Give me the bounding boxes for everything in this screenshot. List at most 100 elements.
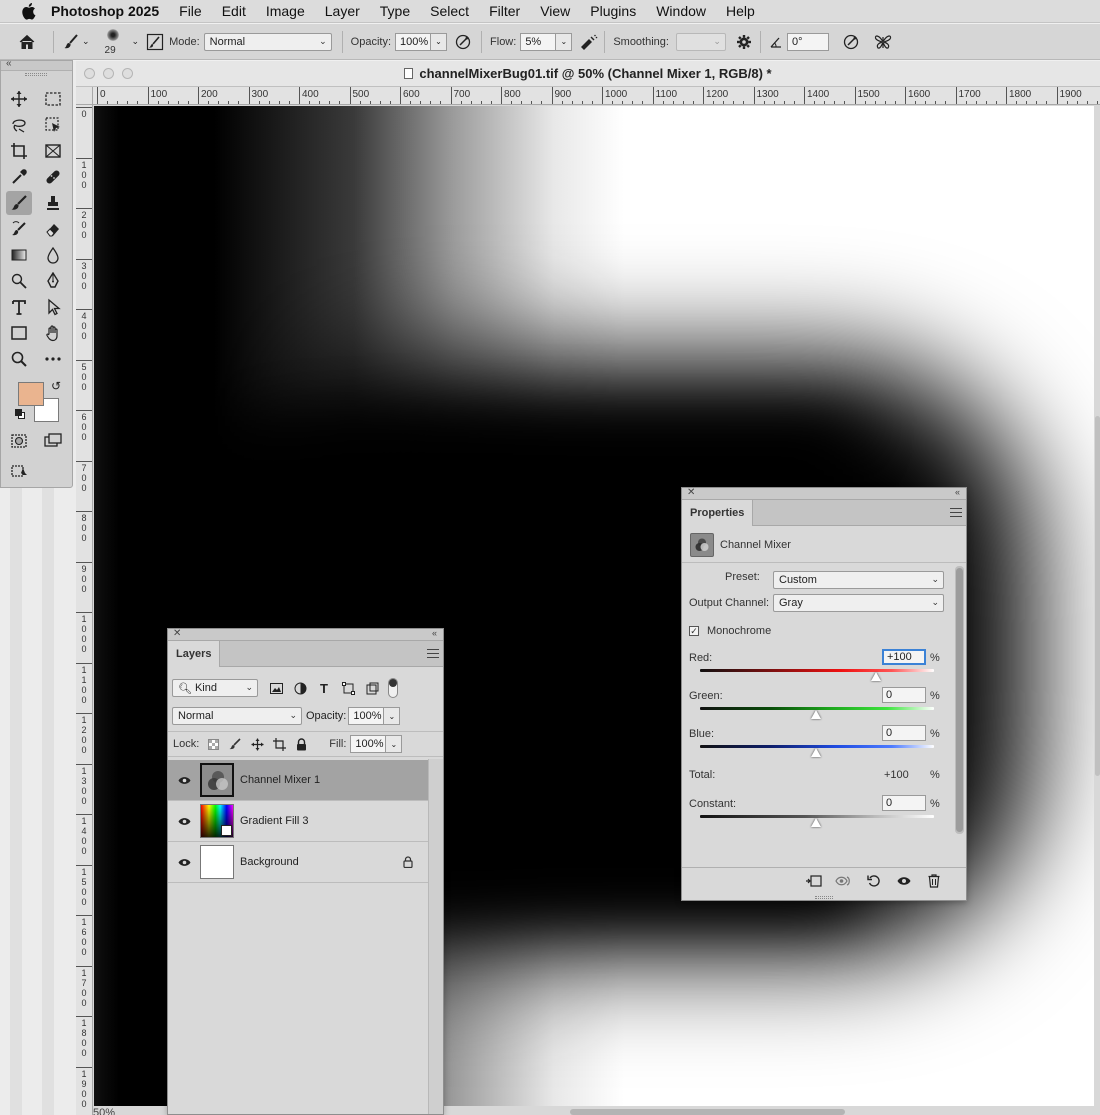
hand-tool-icon[interactable]	[40, 321, 66, 345]
layer-row-gradient-fill[interactable]: Gradient Fill 3	[168, 801, 429, 842]
filter-toggle-switch[interactable]	[388, 678, 398, 698]
horizontal-ruler[interactable]: 0 100 200 300 400 500 600 700 800 900 1000 1100 1200…	[93, 87, 1100, 105]
more-tools-icon[interactable]	[40, 347, 66, 371]
collapse-panel-icon[interactable]: «	[432, 628, 437, 638]
layer-row-background[interactable]: Background	[168, 842, 429, 883]
resize-grip[interactable]	[815, 896, 833, 899]
chevron-down-icon[interactable]: ⌄	[82, 36, 90, 47]
eraser-icon[interactable]	[40, 217, 66, 241]
filter-pixel-icon[interactable]	[266, 676, 286, 700]
reset-icon[interactable]	[864, 869, 884, 893]
lasso-icon[interactable]	[6, 113, 32, 137]
fill-input[interactable]: 100%	[350, 735, 387, 753]
tab-properties[interactable]: Properties	[682, 500, 754, 526]
flow-input[interactable]: 5%	[520, 32, 557, 51]
lock-transparent-pixels-icon[interactable]	[203, 732, 223, 756]
smoothing-input[interactable]: ⌄	[675, 32, 726, 51]
symmetry-butterfly-icon[interactable]	[871, 30, 895, 54]
lock-all-icon[interactable]	[291, 732, 311, 756]
swap-colors-icon[interactable]: ↺	[51, 379, 61, 393]
mode-select[interactable]: Normal ⌄	[203, 32, 332, 51]
crop-icon[interactable]	[6, 139, 32, 163]
eye-icon[interactable]	[168, 858, 200, 867]
spot-healing-icon[interactable]	[40, 165, 66, 189]
filter-smart-object-icon[interactable]	[362, 676, 382, 700]
layer-opacity-dropdown[interactable]: ⌄	[384, 707, 401, 725]
brush-settings-panel-icon[interactable]	[143, 30, 167, 54]
default-colors-icon[interactable]	[15, 409, 25, 419]
screen-mode-icon[interactable]	[40, 429, 66, 453]
quick-mask-icon[interactable]	[6, 429, 32, 453]
output-channel-select[interactable]: Gray ⌄	[773, 594, 944, 612]
menu-type[interactable]: Type	[380, 3, 410, 19]
history-brush-icon[interactable]	[6, 217, 32, 241]
toggle-visibility-eye-icon[interactable]	[894, 869, 914, 893]
vertical-ruler[interactable]: 0 100 200 300 400 500 600 700 800 900 1000 1100 1200…	[76, 105, 93, 1115]
filter-type-icon[interactable]: T	[314, 676, 334, 700]
airbrush-icon[interactable]	[576, 30, 600, 54]
menu-file[interactable]: File	[179, 3, 202, 19]
lock-position-icon[interactable]	[247, 732, 267, 756]
type-tool-icon[interactable]	[6, 295, 32, 319]
eye-icon[interactable]	[168, 817, 200, 826]
constant-value-input[interactable]: 0	[882, 795, 926, 811]
path-selection-icon[interactable]	[40, 295, 66, 319]
menu-select[interactable]: Select	[430, 3, 469, 19]
zoom-tool-icon[interactable]	[6, 347, 32, 371]
dodge-icon[interactable]	[6, 269, 32, 293]
properties-panel-header[interactable]: ✕ «	[682, 487, 966, 500]
menu-window[interactable]: Window	[656, 3, 706, 19]
rectangular-marquee-icon[interactable]	[40, 87, 66, 111]
chevron-down-icon[interactable]: ⌄	[132, 36, 140, 47]
opacity-dropdown-button[interactable]: ⌄	[431, 32, 448, 51]
app-name-menu[interactable]: Photoshop 2025	[51, 3, 159, 19]
layer-filter-kind-select[interactable]: 🔍︎ Kind ⌄	[172, 679, 258, 697]
gear-icon[interactable]	[732, 30, 756, 54]
close-icon[interactable]: ✕	[173, 628, 181, 639]
red-slider-track[interactable]	[700, 669, 934, 672]
move-tool-icon[interactable]	[6, 87, 32, 111]
lock-icon[interactable]	[403, 856, 413, 871]
blur-drop-icon[interactable]	[40, 243, 66, 267]
apple-icon[interactable]	[19, 2, 37, 20]
monochrome-checkbox[interactable]: ✓	[689, 626, 699, 636]
layer-opacity-input[interactable]: 100%	[348, 707, 385, 725]
constant-slider-thumb[interactable]	[811, 818, 821, 827]
menu-image[interactable]: Image	[266, 3, 305, 19]
home-icon[interactable]	[15, 30, 39, 54]
tools-grip[interactable]	[25, 73, 47, 76]
layers-panel-header[interactable]: ✕ «	[168, 628, 443, 641]
preset-select[interactable]: Custom ⌄	[773, 571, 944, 589]
fill-dropdown[interactable]: ⌄	[386, 735, 403, 753]
rectangle-tool-icon[interactable]	[6, 321, 32, 345]
layers-scrollbar[interactable]	[428, 759, 443, 1114]
eyedropper-icon[interactable]	[6, 165, 32, 189]
frame-icon[interactable]	[40, 139, 66, 163]
pressure-size-icon[interactable]	[839, 30, 863, 54]
vertical-scrollbar[interactable]	[1095, 416, 1100, 776]
menu-layer[interactable]: Layer	[325, 3, 360, 19]
menu-view[interactable]: View	[540, 3, 570, 19]
close-icon[interactable]: ✕	[687, 487, 695, 498]
filter-adjustment-icon[interactable]	[290, 676, 310, 700]
object-selection-icon[interactable]	[40, 113, 66, 137]
properties-scrollbar-thumb[interactable]	[956, 568, 963, 832]
menu-help[interactable]: Help	[726, 3, 755, 19]
green-value-input[interactable]: 0	[882, 687, 926, 703]
pressure-opacity-icon[interactable]	[451, 30, 475, 54]
layer-row-channel-mixer[interactable]: Channel Mixer 1	[168, 760, 429, 801]
ruler-origin[interactable]	[76, 87, 93, 105]
menu-edit[interactable]: Edit	[222, 3, 246, 19]
red-value-input[interactable]: +100	[882, 649, 926, 665]
tools-panel-header[interactable]: «	[1, 58, 72, 71]
flow-dropdown-button[interactable]: ⌄	[556, 32, 573, 51]
trash-icon[interactable]	[924, 869, 944, 893]
angle-input[interactable]: 0°	[786, 32, 829, 51]
panel-menu-icon[interactable]	[427, 649, 439, 658]
brush-size-picker[interactable]: 29	[96, 27, 132, 57]
properties-scrollbar[interactable]	[955, 566, 964, 834]
lock-artboard-icon[interactable]	[269, 732, 289, 756]
panel-menu-icon[interactable]	[950, 508, 962, 517]
gradient-icon[interactable]	[6, 243, 32, 267]
menu-filter[interactable]: Filter	[489, 3, 520, 19]
